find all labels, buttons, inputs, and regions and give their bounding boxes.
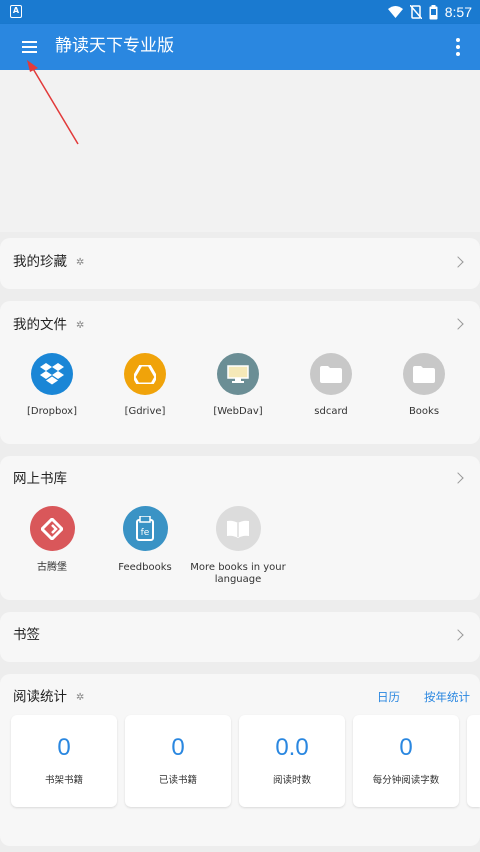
chevron-right-icon[interactable] (452, 472, 464, 484)
item-label: [Dropbox] (27, 406, 77, 417)
gutenberg-item[interactable]: 古腾堡 (7, 506, 97, 574)
my-files-title: 我的文件 ✲ (13, 317, 85, 335)
chevron-right-icon[interactable] (452, 256, 464, 268)
item-label: 古腾堡 (37, 562, 67, 573)
webdav-item[interactable]: [WebDav] (193, 353, 283, 418)
stat-books-read[interactable]: 0 已读书籍 (125, 715, 231, 807)
stat-caption: 阅读时数 (272, 775, 311, 786)
svg-text:fe: fe (141, 528, 150, 538)
bookmarks-title: 书签 (13, 627, 40, 643)
stat-caption: 已读书籍 (158, 775, 197, 786)
gear-icon[interactable]: ✲ (76, 689, 84, 707)
stat-value: 0 (57, 734, 71, 761)
bookmarks-card[interactable]: 书签 (0, 612, 480, 662)
gdrive-item[interactable]: [Gdrive] (100, 353, 190, 418)
wifi-icon (387, 6, 403, 18)
stat-reading-hours[interactable]: 0.0 阅读时数 (239, 715, 345, 807)
more-books-item[interactable]: More books in your language (190, 506, 286, 586)
app-bar: 静读天下专业版 (0, 24, 480, 70)
recent-books-area[interactable] (0, 70, 480, 232)
chevron-right-icon[interactable] (452, 629, 464, 641)
stat-value: 0 (171, 734, 185, 761)
reading-stats-card: 阅读统计 ✲ 日历 按年统计 0 书架书籍 0 已读书籍 0.0 阅读时数 0 每… (0, 674, 480, 846)
book-icon (215, 506, 261, 551)
gdrive-icon (124, 353, 166, 395)
sdcard-item[interactable]: sdcard (286, 353, 376, 418)
favorites-title: 我的珍藏 ✲ (13, 254, 85, 272)
notification-icon: A (10, 5, 22, 18)
item-label: [WebDav] (213, 406, 263, 417)
status-bar: A 8:57 (0, 0, 480, 24)
feedbooks-item[interactable]: fe Feedbooks (100, 506, 190, 574)
stat-caption: 每分钟阅读字数 (372, 775, 440, 786)
item-label: Books (408, 406, 440, 417)
item-label: Feedbooks (118, 562, 172, 573)
calendar-link[interactable]: 日历 (377, 689, 400, 705)
reading-stats-title: 阅读统计 ✲ (13, 689, 85, 707)
books-item[interactable]: Books (379, 353, 469, 418)
online-library-title: 网上书库 (13, 471, 67, 487)
yearly-stats-link[interactable]: 按年统计 (424, 689, 470, 705)
clock: 8:57 (444, 4, 472, 20)
chevron-right-icon[interactable] (452, 318, 464, 330)
feedbooks-icon: fe (122, 506, 168, 551)
app-title: 静读天下专业版 (55, 36, 174, 56)
gear-icon[interactable]: ✲ (76, 254, 84, 272)
vibrate-off-icon (409, 5, 422, 19)
stat-card-partial (467, 715, 480, 807)
folder-icon (403, 353, 445, 395)
item-label: More books in your language (190, 562, 286, 585)
my-files-card: 我的文件 ✲ [Dropbox] [Gdrive] [WebDav] sdcard (0, 301, 480, 444)
folder-icon (310, 353, 352, 395)
stat-caption: 书架书籍 (44, 775, 83, 786)
stat-value: 0.0 (275, 734, 309, 761)
stat-books-on-shelf[interactable]: 0 书架书籍 (11, 715, 117, 807)
item-label: [Gdrive] (124, 406, 166, 417)
more-options-icon[interactable] (448, 35, 468, 59)
stat-words-per-minute[interactable]: 0 每分钟阅读字数 (353, 715, 459, 807)
item-label: sdcard (314, 406, 348, 417)
battery-icon (429, 4, 438, 19)
gear-icon[interactable]: ✲ (76, 317, 84, 335)
menu-icon[interactable] (14, 33, 44, 61)
webdav-icon (217, 353, 259, 395)
stat-value: 0 (399, 734, 413, 761)
dropbox-icon (31, 353, 73, 395)
gutenberg-icon (29, 506, 75, 551)
dropbox-item[interactable]: [Dropbox] (7, 353, 97, 418)
favorites-card[interactable]: 我的珍藏 ✲ (0, 238, 480, 289)
online-library-card: 网上书库 古腾堡 fe Feedbooks More books in your… (0, 456, 480, 600)
